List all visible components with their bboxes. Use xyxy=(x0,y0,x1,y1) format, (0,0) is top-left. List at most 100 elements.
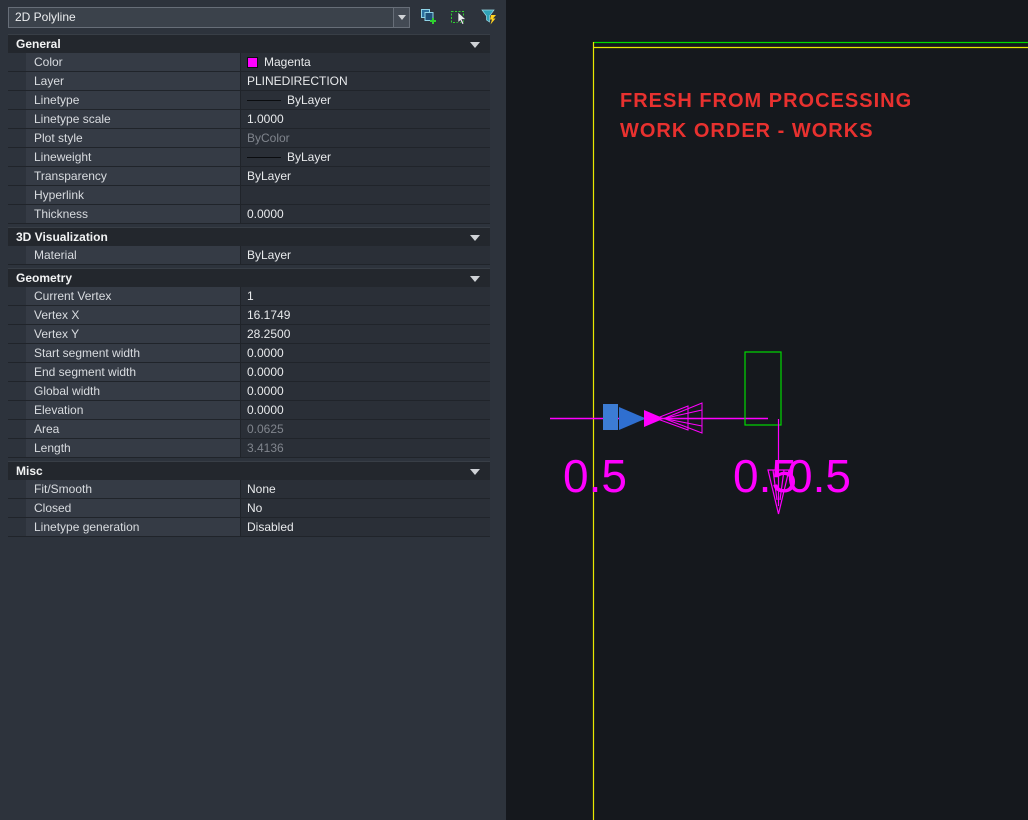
property-grid: General Color Magenta Layer PLINEDIRECTI… xyxy=(8,34,490,537)
prop-value-global-width[interactable]: 0.0000 xyxy=(240,382,490,400)
color-swatch xyxy=(247,56,258,68)
annotation-text-line2[interactable]: WORK ORDER - WORKS xyxy=(620,120,874,142)
drawing-canvas[interactable]: FRESH FROM PROCESSING WORK ORDER - WORKS… xyxy=(506,0,1028,820)
green-rectangle[interactable] xyxy=(744,351,782,426)
prop-row-linetype: Linetype ByLayer xyxy=(8,91,490,110)
chevron-down-icon xyxy=(397,14,406,20)
section-header-3d-visualization[interactable]: 3D Visualization xyxy=(8,227,490,246)
row-gutter xyxy=(8,420,26,438)
prop-row-material: Material ByLayer xyxy=(8,246,490,265)
annotation-text-line1[interactable]: FRESH FROM PROCESSING xyxy=(620,90,912,112)
prop-value-text: Magenta xyxy=(264,55,311,69)
prop-row-linetype-scale: Linetype scale 1.0000 xyxy=(8,110,490,129)
prop-label: Area xyxy=(26,420,240,438)
prop-row-length: Length 3.4136 xyxy=(8,439,490,458)
section-header-geometry[interactable]: Geometry xyxy=(8,268,490,287)
prop-value-fit-smooth[interactable]: None xyxy=(240,480,490,498)
prop-value-text: ByLayer xyxy=(287,150,332,164)
row-gutter xyxy=(8,344,26,362)
prop-label: Linetype generation xyxy=(26,518,240,536)
prop-label: Start segment width xyxy=(26,344,240,362)
collapse-chevron-icon[interactable] xyxy=(470,235,480,241)
row-gutter xyxy=(8,246,26,264)
select-objects-button[interactable] xyxy=(448,7,470,27)
row-gutter xyxy=(8,53,26,71)
prop-value-end-segment-width[interactable]: 0.0000 xyxy=(240,363,490,381)
section-header-misc[interactable]: Misc xyxy=(8,461,490,480)
prop-value-start-segment-width[interactable]: 0.0000 xyxy=(240,344,490,362)
prop-value-linetype-scale[interactable]: 1.0000 xyxy=(240,110,490,128)
prop-row-global-width: Global width 0.0000 xyxy=(8,382,490,401)
collapse-chevron-icon[interactable] xyxy=(470,42,480,48)
section-header-general[interactable]: General xyxy=(8,34,490,53)
section-title: Geometry xyxy=(16,271,73,285)
dim-text-2[interactable]: 0.5 xyxy=(787,450,851,502)
prop-label: Color xyxy=(26,53,240,71)
prop-label: Vertex Y xyxy=(26,325,240,343)
lineweight-sample xyxy=(247,156,281,158)
prop-label: Layer xyxy=(26,72,240,90)
prop-row-vertex-y: Vertex Y 28.2500 xyxy=(8,325,490,344)
prop-row-area: Area 0.0625 xyxy=(8,420,490,439)
quick-select-button[interactable] xyxy=(478,7,500,27)
prop-value-linetype[interactable]: ByLayer xyxy=(240,91,490,109)
row-gutter xyxy=(8,287,26,305)
linetype-sample xyxy=(247,99,281,101)
prop-value-closed[interactable]: No xyxy=(240,499,490,517)
prop-label: Plot style xyxy=(26,129,240,147)
prop-value-color[interactable]: Magenta xyxy=(240,53,490,71)
direction-arrow-blue[interactable] xyxy=(619,407,646,430)
prop-value-transparency[interactable]: ByLayer xyxy=(240,167,490,185)
dropdown-arrow-button[interactable] xyxy=(393,7,410,27)
prop-label: Material xyxy=(26,246,240,264)
prop-value-vertex-x[interactable]: 16.1749 xyxy=(240,306,490,324)
section-title: 3D Visualization xyxy=(16,230,108,244)
toggle-pickadd-button[interactable] xyxy=(418,7,440,27)
prop-label: Linetype scale xyxy=(26,110,240,128)
prop-label: Lineweight xyxy=(26,148,240,166)
row-gutter xyxy=(8,499,26,517)
vertex-grip[interactable] xyxy=(603,404,618,430)
prop-value-vertex-y[interactable]: 28.2500 xyxy=(240,325,490,343)
prop-label: End segment width xyxy=(26,363,240,381)
row-gutter xyxy=(8,439,26,457)
prop-label: Transparency xyxy=(26,167,240,185)
prop-label: Global width xyxy=(26,382,240,400)
object-type-dropdown[interactable]: 2D Polyline xyxy=(8,6,411,28)
prop-value-material[interactable]: ByLayer xyxy=(240,246,490,264)
prop-row-transparency: Transparency ByLayer xyxy=(8,167,490,186)
row-gutter xyxy=(8,480,26,498)
prop-value-lineweight[interactable]: ByLayer xyxy=(240,148,490,166)
prop-row-current-vertex: Current Vertex 1 xyxy=(8,287,490,306)
row-gutter xyxy=(8,325,26,343)
prop-label: Linetype xyxy=(26,91,240,109)
prop-value-current-vertex[interactable]: 1 xyxy=(240,287,490,305)
prop-value-linetype-generation[interactable]: Disabled xyxy=(240,518,490,536)
prop-value-layer[interactable]: PLINEDIRECTION xyxy=(240,72,490,90)
row-gutter xyxy=(8,167,26,185)
prop-label: Thickness xyxy=(26,205,240,223)
row-gutter xyxy=(8,205,26,223)
prop-value-elevation[interactable]: 0.0000 xyxy=(240,401,490,419)
section-title: General xyxy=(16,37,61,51)
prop-row-closed: Closed No xyxy=(8,499,490,518)
prop-value-hyperlink[interactable] xyxy=(240,186,490,204)
prop-row-thickness: Thickness 0.0000 xyxy=(8,205,490,224)
prop-label: Elevation xyxy=(26,401,240,419)
collapse-chevron-icon[interactable] xyxy=(470,276,480,282)
prop-row-plot-style: Plot style ByColor xyxy=(8,129,490,148)
prop-value-thickness[interactable]: 0.0000 xyxy=(240,205,490,223)
direction-arrow-magenta[interactable] xyxy=(644,410,664,427)
row-gutter xyxy=(8,306,26,324)
row-gutter xyxy=(8,91,26,109)
dim-text-0[interactable]: 0.5 xyxy=(563,450,627,502)
row-gutter xyxy=(8,518,26,536)
prop-label: Length xyxy=(26,439,240,457)
prop-row-elevation: Elevation 0.0000 xyxy=(8,401,490,420)
row-gutter xyxy=(8,72,26,90)
section-title: Misc xyxy=(16,464,43,478)
palette-topbar: 2D Polyline xyxy=(0,0,506,34)
collapse-chevron-icon[interactable] xyxy=(470,469,480,475)
prop-value-area: 0.0625 xyxy=(240,420,490,438)
prop-row-fit-smooth: Fit/Smooth None xyxy=(8,480,490,499)
